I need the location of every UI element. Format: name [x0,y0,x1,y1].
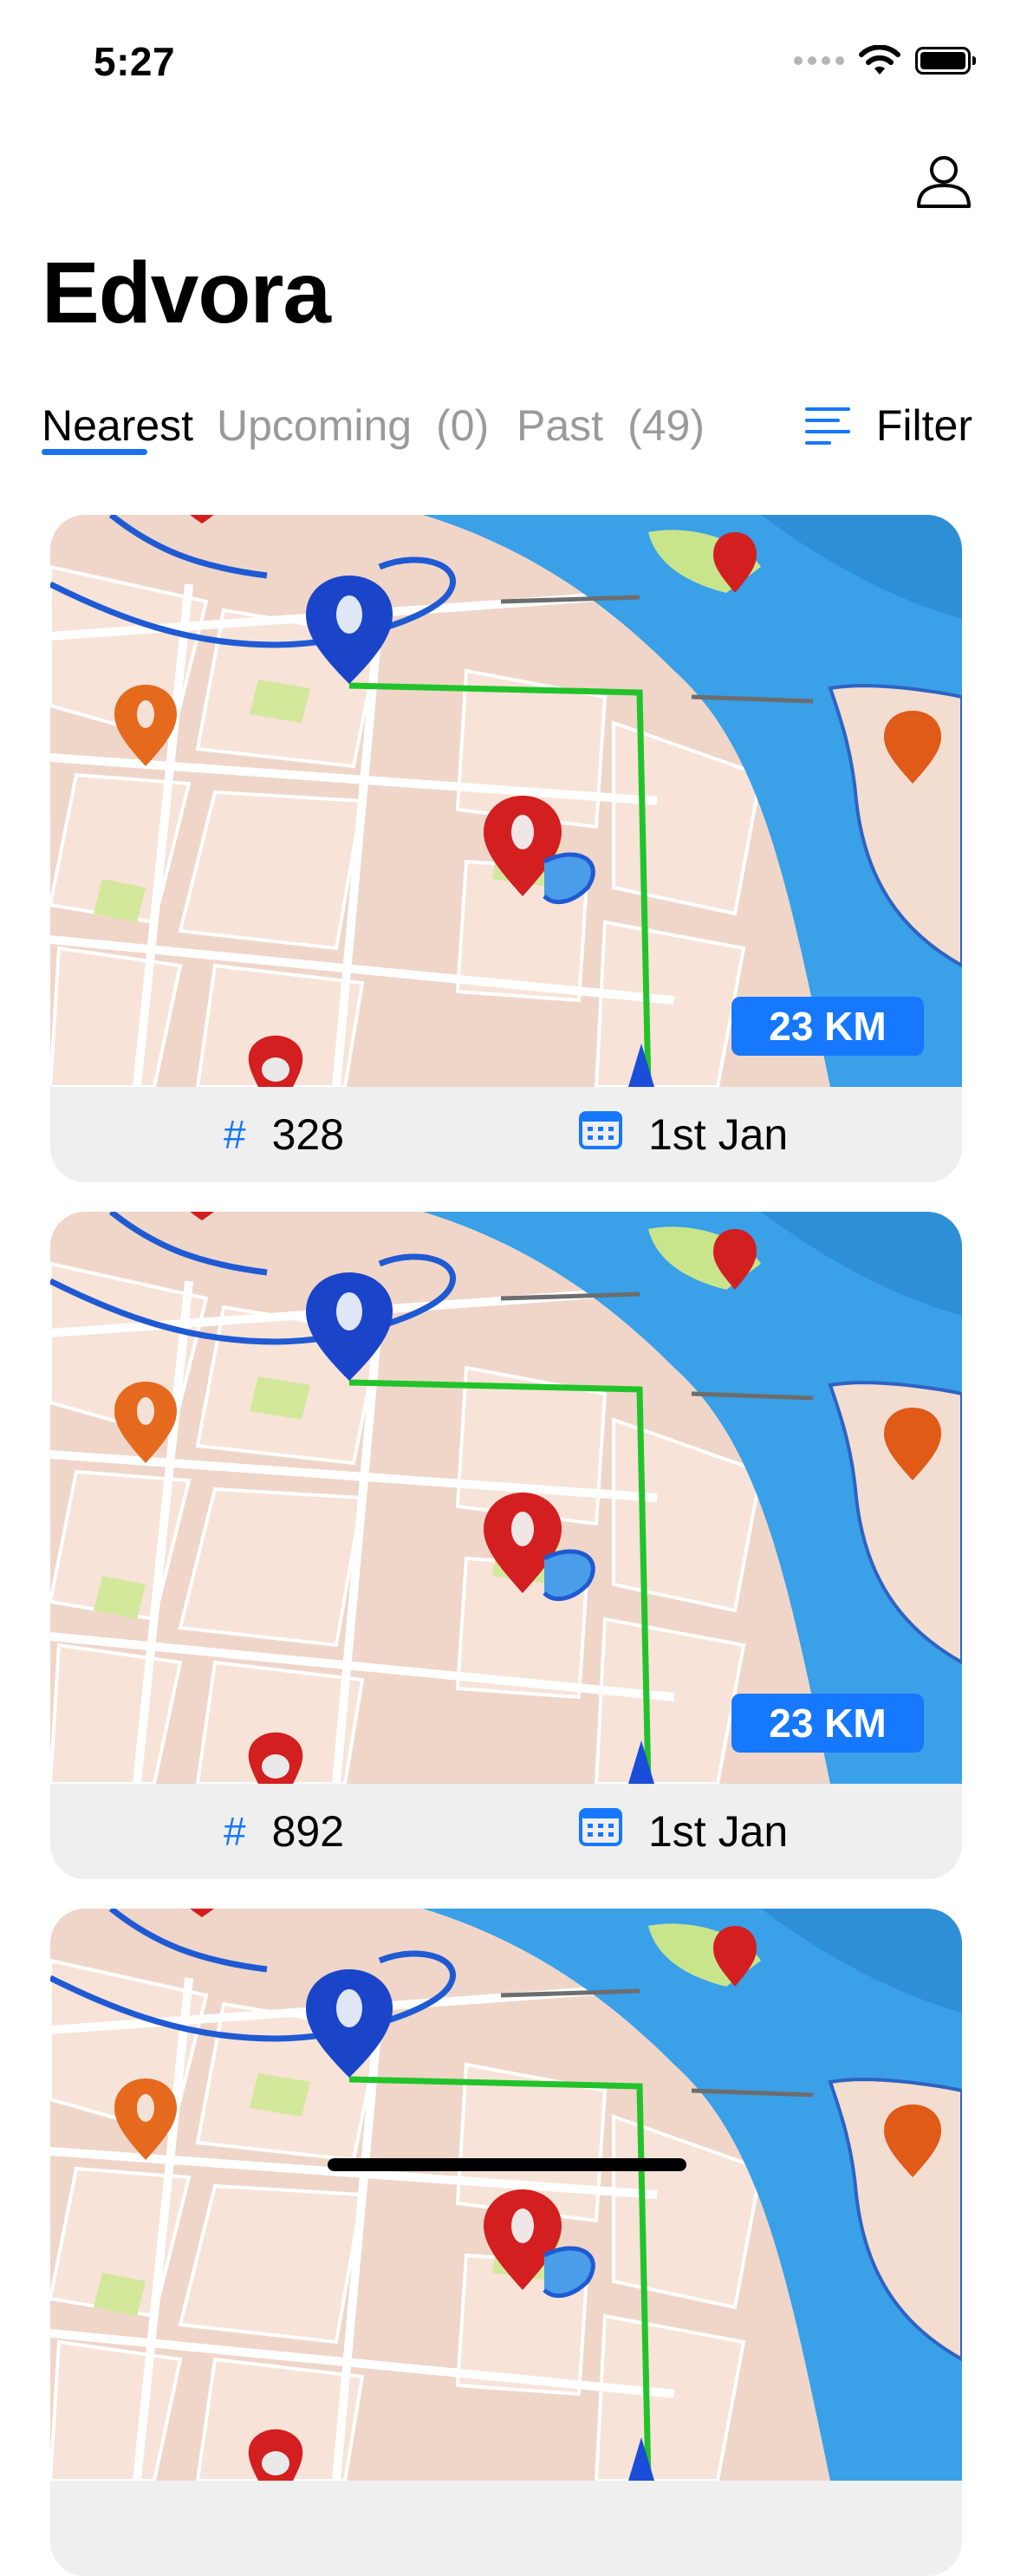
ride-date-value: 1st Jan [648,1110,789,1159]
wifi-icon [859,45,900,75]
ride-id-value: 892 [271,1807,345,1856]
distance-badge: 23 KM [731,997,924,1056]
map-image [50,1909,962,2481]
tab-count: (49) [627,401,705,450]
filter-lines-icon [804,407,850,445]
ride-date: 1st Jan [579,1806,788,1857]
active-tab-indicator [42,449,147,455]
hash-icon: # [224,1112,246,1157]
status-time: 5:27 [94,39,176,84]
ride-id-value: 328 [271,1110,345,1159]
distance-badge: 23 KM [731,1694,924,1753]
ride-card[interactable]: 23 KM # 892 1st Jan [50,1212,962,1879]
filter-label: Filter [875,401,972,450]
ride-card[interactable]: 23 KM # 328 1st Jan [50,515,962,1182]
page-title: Edvora [42,244,331,342]
tab-upcoming[interactable]: Upcoming (0) [217,400,489,451]
ride-id: # 328 [224,1109,344,1160]
tab-label: Upcoming [217,401,413,450]
calendar-icon [579,1806,622,1857]
person-outline-icon [917,156,971,208]
tab-nearest[interactable]: Nearest [42,400,193,451]
tab-label: Nearest [42,401,194,450]
ride-card[interactable] [50,1909,962,2576]
cellular-signal-icon [794,56,844,65]
tab-bar: Nearest Upcoming (0) Past (49) Filter [42,400,972,470]
card-footer: # 892 1st Jan [50,1784,962,1879]
ride-id: # 892 [224,1806,344,1857]
hash-icon: # [224,1809,246,1854]
battery-icon [915,47,976,75]
ride-date: 1st Jan [579,1109,788,1160]
filter-button[interactable]: Filter [804,400,972,451]
calendar-icon [579,1109,622,1160]
profile-button[interactable] [915,153,972,210]
tab-past[interactable]: Past (49) [517,400,705,451]
tab-label: Past [517,401,604,450]
tab-count: (0) [436,401,490,450]
card-footer: # 328 1st Jan [50,1087,962,1182]
status-bar: 5:27 [0,0,1014,130]
status-icons [794,45,976,76]
ride-date-value: 1st Jan [648,1807,789,1856]
home-indicator [328,2158,686,2171]
